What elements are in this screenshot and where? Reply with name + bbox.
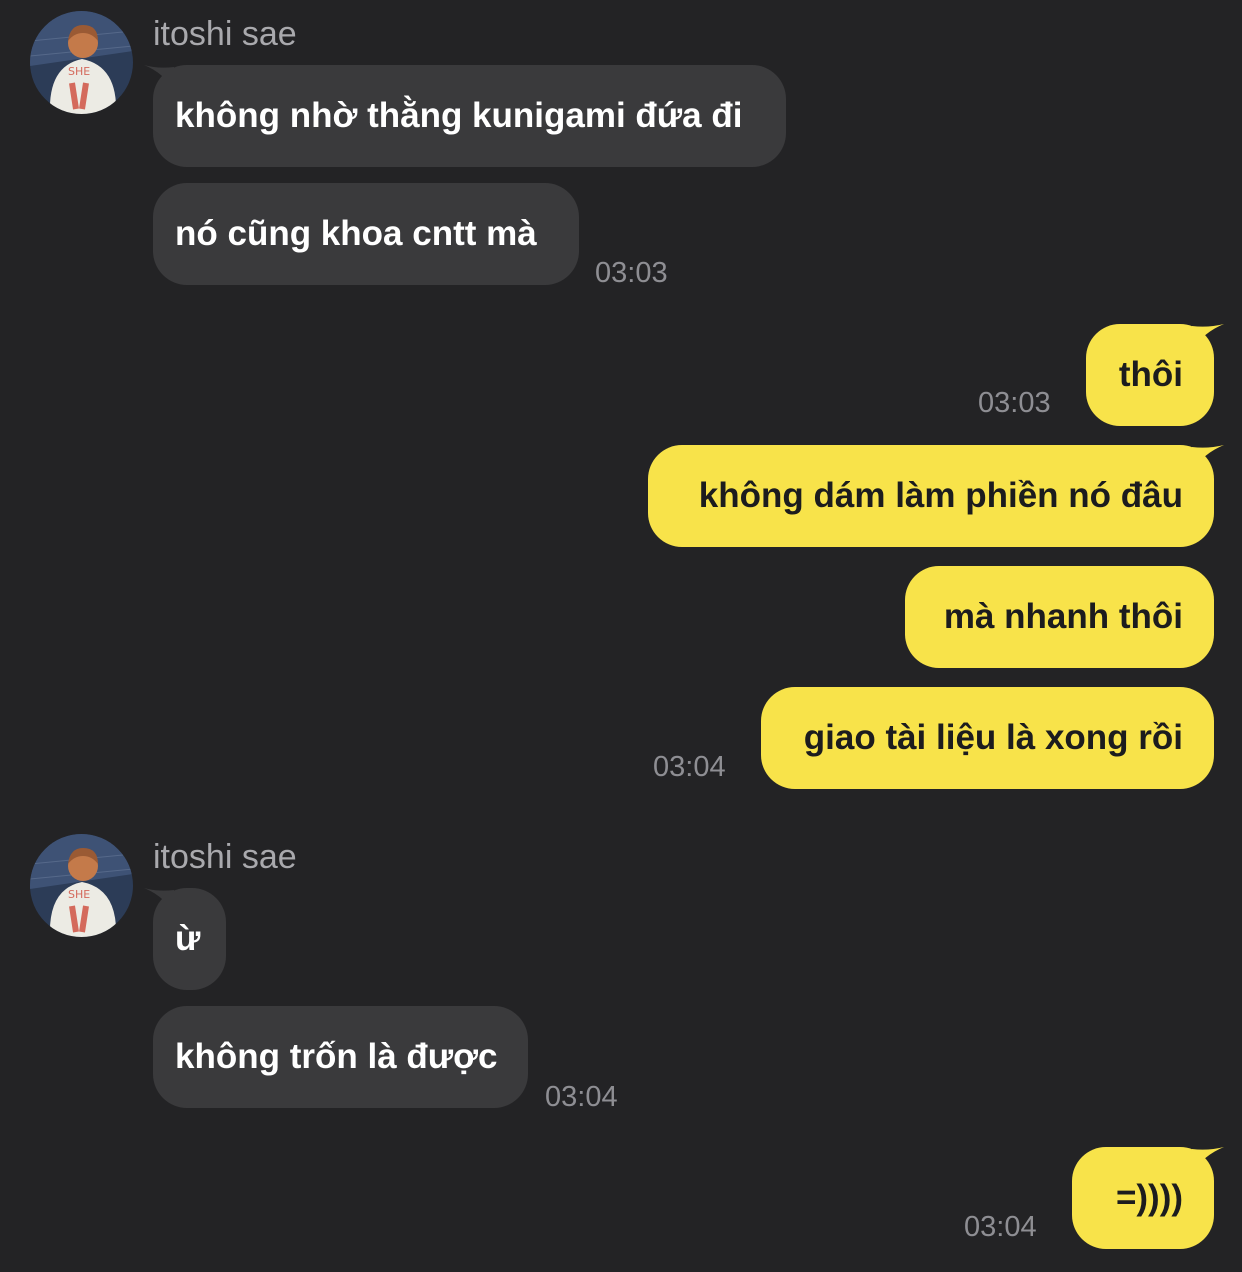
sender-name: itoshi sae xyxy=(153,15,297,53)
message-text: nó cũng khoa cntt mà xyxy=(175,214,537,253)
bubble-tail xyxy=(144,888,174,914)
incoming-message-bubble[interactable]: không nhờ thằng kunigami đứa đi xyxy=(144,65,786,167)
message-text: không nhờ thằng kunigami đứa đi xyxy=(175,96,743,135)
message-timestamp: 03:04 xyxy=(964,1211,1037,1243)
message-timestamp: 03:04 xyxy=(653,751,726,783)
bubble-tail xyxy=(1192,1147,1224,1173)
svg-text:SHE: SHE xyxy=(68,888,90,901)
message-text: mà nhanh thôi xyxy=(943,597,1183,636)
sender-avatar[interactable]: SHE xyxy=(30,11,133,114)
message-text: =)))) xyxy=(1115,1178,1183,1217)
message-timestamp: 03:03 xyxy=(595,257,668,289)
sender-avatar[interactable]: SHE xyxy=(30,834,133,937)
svg-text:SHE: SHE xyxy=(68,65,90,78)
message-text: ừ xyxy=(175,919,201,958)
avatar-image: SHE xyxy=(30,834,133,937)
outgoing-message-bubble[interactable]: giao tài liệu là xong rồi xyxy=(761,687,1214,789)
message-timestamp: 03:03 xyxy=(978,387,1051,419)
outgoing-message-bubble[interactable]: không dám làm phiền nó đâu xyxy=(648,445,1224,547)
message-text: không dám làm phiền nó đâu xyxy=(698,476,1183,515)
message-text: thôi xyxy=(1118,355,1183,394)
incoming-message-bubble[interactable]: không trốn là được xyxy=(153,1006,528,1108)
message-timestamp: 03:04 xyxy=(545,1081,618,1113)
incoming-message-bubble[interactable]: nó cũng khoa cntt mà xyxy=(153,183,579,285)
bubble-tail xyxy=(1192,445,1224,471)
bubble-tail xyxy=(1192,324,1224,350)
message-text: không trốn là được xyxy=(175,1037,498,1076)
bubble-tail xyxy=(144,65,174,91)
outgoing-message-bubble[interactable]: =)))) xyxy=(1072,1147,1224,1249)
outgoing-message-bubble[interactable]: mà nhanh thôi xyxy=(905,566,1214,668)
sender-name: itoshi sae xyxy=(153,838,297,876)
outgoing-message-bubble[interactable]: thôi xyxy=(1086,324,1224,426)
avatar-image: SHE xyxy=(30,11,133,114)
message-text: giao tài liệu là xong rồi xyxy=(803,718,1183,757)
incoming-message-bubble[interactable]: ừ xyxy=(144,888,226,990)
